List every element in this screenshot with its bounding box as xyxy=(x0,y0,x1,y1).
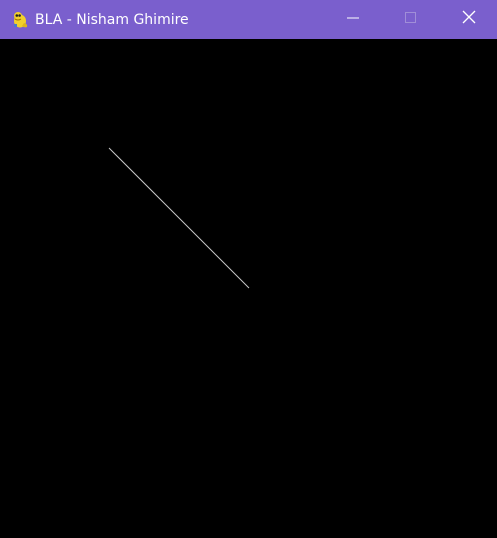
pygame-snake-icon xyxy=(10,9,30,29)
drawn-line xyxy=(108,147,250,289)
maximize-button[interactable] xyxy=(382,0,440,39)
minimize-icon xyxy=(347,11,359,29)
close-icon xyxy=(462,10,476,29)
maximize-icon xyxy=(405,11,417,29)
close-button[interactable] xyxy=(440,0,497,39)
window-title: BLA - Nisham Ghimire xyxy=(35,12,189,28)
minimize-button[interactable] xyxy=(324,0,382,39)
title-bar[interactable]: BLA - Nisham Ghimire xyxy=(0,0,497,39)
drawing-canvas[interactable] xyxy=(0,39,497,538)
app-window: BLA - Nisham Ghimire xyxy=(0,0,497,538)
canvas-surface xyxy=(108,147,250,289)
